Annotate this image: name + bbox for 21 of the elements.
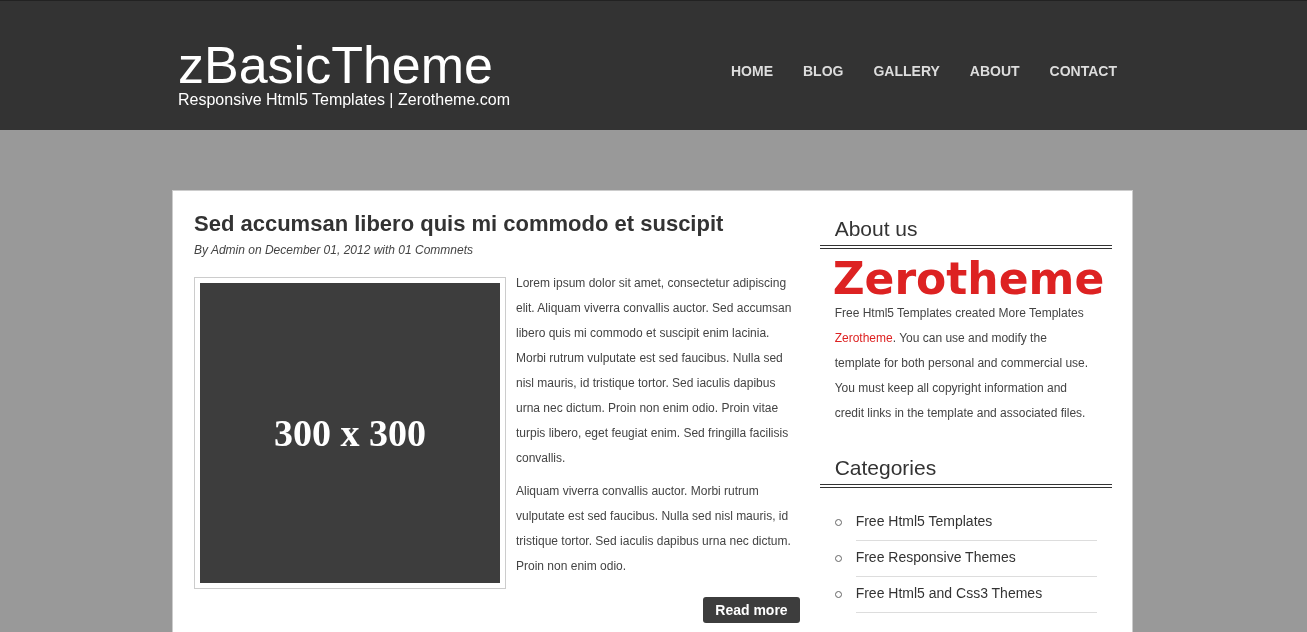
post-title[interactable]: Sed accumsan libero quis mi commodo et suscipit xyxy=(194,211,800,237)
read-more-button[interactable]: Read more xyxy=(703,597,800,623)
about-text: Free Html5 Templates created More Templates Zerotheme. You can use and modify the template for both personal and commercial use. You must keep all copyright information and credit links in the template and associated files. xyxy=(833,305,1090,422)
post-paragraph: Lorem ipsum dolor sit amet, consectetur adipiscing elit. Aliquam viverra convallis auctor. Sed accumsan libero quis mi commodo et suscipit enim lacinia. Morbi rutrum vulputate est sed faucibus. Nulla sed nisl mauris, id tristique tortor. Sed iaculis dapibus urna nec dictum. Proin non enim odio. Proin vitae turpis libero, eget feugiat enim. Sed fringilla facilisis convallis. xyxy=(516,275,793,467)
category-link[interactable]: Free Html5 Templates xyxy=(855,503,1097,541)
nav-link[interactable]: ABOUT xyxy=(969,63,1020,79)
post-meta: By Admin on December 01, 2012 with 01 Commnets xyxy=(194,243,475,257)
category-link[interactable]: Free Html5 and Css3 Themes xyxy=(855,575,1097,613)
nav-link[interactable]: GALLERY xyxy=(873,63,940,79)
widget-heading: Categories xyxy=(819,456,1112,488)
site-title[interactable]: zBasicTheme xyxy=(178,39,510,91)
post-paragraph: Aliquam viverra convallis auctor. Morbi rutrum vulputate est sed faucibus. Nulla sed nisl mauris, id tristique tortor. Sed iaculis dapibus urna nec dictum. Proin non enim odio. xyxy=(516,483,792,575)
nav-link[interactable]: HOME xyxy=(731,63,773,79)
logo: Zerotheme xyxy=(831,257,1106,301)
nav-link[interactable]: CONTACT xyxy=(1049,63,1117,79)
nav-link[interactable]: BLOG xyxy=(803,63,844,79)
tagline: Responsive Html5 Templates | Zerotheme.com xyxy=(178,91,510,109)
category-link[interactable]: Free Responsive Themes xyxy=(855,539,1097,577)
image-size-text: 300 x 300 xyxy=(274,411,426,455)
zerotheme-link[interactable]: Zerotheme xyxy=(834,331,893,345)
widget-heading: About us xyxy=(819,217,1112,249)
